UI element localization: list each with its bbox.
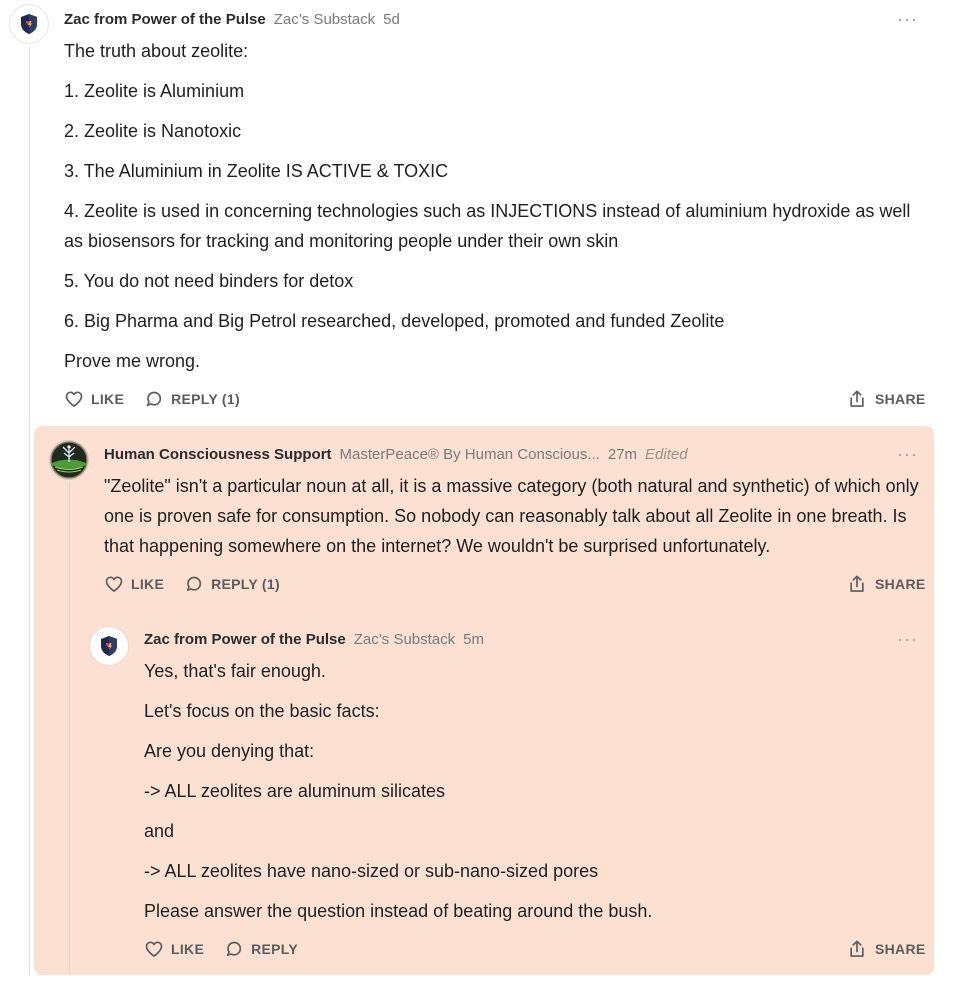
publication-name[interactable]: Zac’s Substack [354, 631, 455, 648]
share-label: SHARE [875, 576, 926, 592]
comment-paragraph: Are you denying that: [144, 741, 315, 761]
comment-body: Yes, that's fair enough. Let's focus on … [144, 656, 914, 936]
comment-paragraph: 2. Zeolite is Nanotoxic [64, 121, 242, 141]
comment-paragraph: 4. Zeolite is used in concerning technol… [64, 201, 911, 251]
share-label: SHARE [875, 391, 926, 407]
author-name[interactable]: Zac from Power of the Pulse [64, 11, 266, 28]
thread-line [29, 46, 30, 976]
comment-paragraph: and [144, 821, 175, 841]
speech-bubble-icon [147, 391, 162, 407]
share-upload-icon [850, 390, 864, 407]
more-horizontal-icon: ··· [897, 9, 918, 29]
comment-paragraph: -> ALL zeolites have nano-sized or sub-n… [144, 861, 599, 881]
reply-button[interactable]: REPLY (1) [184, 574, 280, 594]
comment-paragraph: 1. Zeolite is Aluminium [64, 81, 245, 101]
heart-icon [145, 941, 163, 957]
shield-logo-icon [21, 14, 37, 34]
share-button[interactable]: SHARE [847, 574, 926, 594]
comment-header: Zac from Power of the Pulse Zac’s Substa… [144, 631, 484, 648]
share-button[interactable]: SHARE [847, 939, 926, 959]
comment-header: Human Consciousness Support MasterPeace®… [104, 446, 688, 463]
comment-paragraph: Let's focus on the basic facts: [144, 701, 380, 721]
comment-body: The truth about zeolite: 1. Zeolite is A… [64, 36, 914, 386]
comment-paragraph: Please answer the question instead of be… [144, 901, 653, 921]
reply-label: REPLY (1) [211, 576, 280, 592]
more-options-button[interactable]: ··· [897, 10, 918, 28]
comment-body: "Zeolite" isn't a particular noun at all… [104, 471, 919, 571]
share-label: SHARE [875, 941, 926, 957]
comment-paragraph: Yes, that's fair enough. [144, 661, 326, 681]
author-name[interactable]: Zac from Power of the Pulse [144, 631, 346, 648]
like-label: LIKE [91, 391, 125, 407]
comment-paragraph: The truth about zeolite: [64, 41, 249, 61]
more-options-button[interactable]: ··· [897, 630, 918, 648]
reply-button[interactable]: REPLY [224, 939, 298, 959]
comment-paragraph: -> ALL zeolites are aluminum silicates [144, 781, 445, 801]
comment-paragraph: 5. You do not need binders for detox [64, 271, 354, 291]
comment-paragraph: Prove me wrong. [64, 351, 201, 371]
timestamp[interactable]: 27m [608, 446, 637, 463]
avatar[interactable] [49, 440, 89, 480]
comment-actions: LIKE REPLY (1) [64, 389, 260, 409]
like-label: LIKE [131, 576, 165, 592]
circle-landscape-logo-icon [50, 441, 88, 479]
more-horizontal-icon: ··· [897, 629, 918, 649]
comment-header: Zac from Power of the Pulse Zac’s Substa… [64, 11, 400, 28]
speech-bubble-icon [187, 576, 202, 592]
comment-actions: LIKE REPLY (1) [104, 574, 300, 594]
reply-button[interactable]: REPLY (1) [144, 389, 240, 409]
reply-label: REPLY [251, 941, 298, 957]
more-options-button[interactable]: ··· [897, 445, 918, 463]
publication-name[interactable]: Zac’s Substack [274, 11, 375, 28]
more-horizontal-icon: ··· [897, 444, 918, 464]
share-upload-icon [850, 940, 864, 957]
like-button[interactable]: LIKE [64, 389, 124, 409]
author-name[interactable]: Human Consciousness Support [104, 446, 332, 463]
edited-label: Edited [645, 446, 688, 463]
like-button[interactable]: LIKE [144, 939, 204, 959]
avatar[interactable] [89, 626, 129, 666]
heart-icon [105, 576, 123, 592]
timestamp[interactable]: 5m [463, 631, 484, 648]
heart-icon [65, 391, 83, 407]
comment-paragraph: 3. The Aluminium in Zeolite IS ACTIVE & … [64, 161, 449, 181]
comment-paragraph: 6. Big Pharma and Big Petrol researched,… [64, 311, 725, 331]
publication-name[interactable]: MasterPeace® By Human Conscious... [340, 446, 600, 463]
share-upload-icon [850, 575, 864, 592]
comment-paragraph: "Zeolite" isn't a particular noun at all… [104, 476, 919, 556]
comment-actions: LIKE REPLY [144, 939, 318, 959]
avatar[interactable] [9, 4, 49, 44]
like-button[interactable]: LIKE [104, 574, 164, 594]
shield-logo-icon [101, 636, 117, 656]
reply-label: REPLY (1) [171, 391, 240, 407]
like-label: LIKE [171, 941, 205, 957]
timestamp[interactable]: 5d [383, 11, 400, 28]
speech-bubble-icon [227, 941, 242, 957]
thread-line [69, 483, 70, 973]
share-button[interactable]: SHARE [847, 389, 926, 409]
